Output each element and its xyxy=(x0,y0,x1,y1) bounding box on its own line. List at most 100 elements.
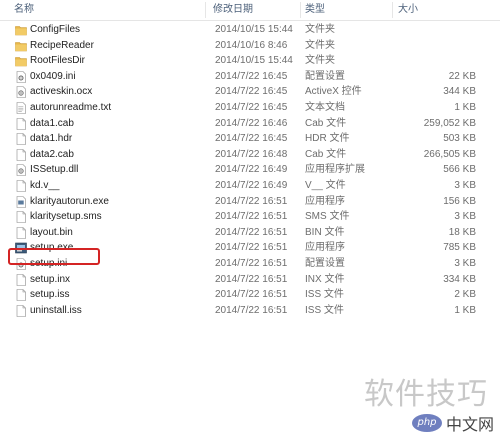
file-row[interactable]: data1.hdr 2014/7/22 16:45 HDR 文件 503 KB xyxy=(0,131,500,147)
file-name: kd.v__ xyxy=(30,179,60,191)
file-row[interactable]: klarityautorun.exe 2014/7/22 16:51 应用程序 156… xyxy=(0,194,500,210)
file-type: ISS 文件 xyxy=(305,304,344,316)
file-name: RootFilesDir xyxy=(30,55,86,67)
folder-icon xyxy=(15,40,27,52)
file-row[interactable]: RecipeReader 2014/10/16 8:46 文件夹 xyxy=(0,38,500,54)
file-row[interactable]: uninstall.iss 2014/7/22 16:51 ISS 文件 1 KB xyxy=(0,303,500,319)
file-name: uninstall.iss xyxy=(30,304,82,316)
file-size: 259,052 KB xyxy=(423,117,476,129)
file-date: 2014/7/22 16:51 xyxy=(215,289,288,301)
file-type: 文本文档 xyxy=(305,101,345,113)
file-row[interactable]: layout.bin 2014/7/22 16:51 BIN 文件 18 KB xyxy=(0,225,500,241)
file-size xyxy=(400,53,476,69)
column-divider[interactable] xyxy=(205,2,206,18)
file-type: SMS 文件 xyxy=(305,211,350,223)
file-date: 2014/7/22 16:51 xyxy=(215,195,288,207)
file-icon xyxy=(15,133,27,145)
file-row[interactable]: setup.iss 2014/7/22 16:51 ISS 文件 2 KB xyxy=(0,287,500,303)
file-date: 2014/10/15 15:44 xyxy=(215,55,293,67)
file-size: 2 KB xyxy=(454,289,476,301)
file-date: 2014/7/22 16:45 xyxy=(215,70,288,82)
file-row[interactable]: kd.v__ 2014/7/22 16:49 V__ 文件 3 KB xyxy=(0,178,500,194)
file-date: 2014/7/22 16:46 xyxy=(215,117,288,129)
file-date: 2014/10/16 8:46 xyxy=(215,39,288,51)
file-row[interactable]: 0x0409.ini 2014/7/22 16:45 配置设置 22 KB xyxy=(0,69,500,85)
file-type: Cab 文件 xyxy=(305,117,347,129)
file-date: 2014/7/22 16:49 xyxy=(215,179,288,191)
file-size: 503 KB xyxy=(443,133,476,145)
file-row[interactable]: RootFilesDir 2014/10/15 15:44 文件夹 xyxy=(0,53,500,69)
file-size: 344 KB xyxy=(443,86,476,98)
file-size: 156 KB xyxy=(443,195,476,207)
file-size: 18 KB xyxy=(448,226,476,238)
file-date: 2014/7/22 16:45 xyxy=(215,101,288,113)
file-icon xyxy=(15,117,27,130)
file-size: 3 KB xyxy=(454,179,476,191)
file-icon xyxy=(15,180,27,192)
setup-exe-highlight-box xyxy=(8,248,100,265)
column-header-size[interactable]: 大小 xyxy=(398,0,418,20)
file-date: 2014/7/22 16:45 xyxy=(215,133,288,145)
file-type: V__ 文件 xyxy=(305,179,346,191)
exe-file-icon xyxy=(15,195,27,208)
file-name: ISSetup.dll xyxy=(30,164,79,176)
file-date: 2014/7/22 16:51 xyxy=(215,211,288,223)
file-name: autorunreadme.txt xyxy=(30,101,112,113)
file-name: RecipeReader xyxy=(30,39,94,51)
file-type: 配置设置 xyxy=(305,257,345,269)
file-size xyxy=(400,22,476,38)
file-icon xyxy=(15,304,27,317)
file-size: 1 KB xyxy=(454,101,476,113)
file-date: 2014/10/15 15:44 xyxy=(215,24,293,35)
file-row[interactable]: activeskin.ocx 2014/7/22 16:45 ActiveX 控件 3… xyxy=(0,84,500,100)
file-row[interactable]: klaritysetup.sms 2014/7/22 16:51 SMS 文件 3 K… xyxy=(0,209,500,225)
file-date: 2014/7/22 16:51 xyxy=(215,226,288,238)
folder-icon xyxy=(15,55,27,67)
file-type: HDR 文件 xyxy=(305,133,350,145)
file-date: 2014/7/22 16:51 xyxy=(215,242,288,254)
site-badge: php 中文网 xyxy=(412,411,496,435)
column-header-date[interactable]: 修改日期 xyxy=(213,0,253,20)
file-icon xyxy=(15,273,27,286)
site-badge-text: 中文网 xyxy=(446,415,495,434)
column-divider[interactable] xyxy=(300,2,301,18)
file-type: 文件夹 xyxy=(305,24,335,35)
file-row[interactable]: ISSetup.dll 2014/7/22 16:49 应用程序扩展 566 KB xyxy=(0,162,500,178)
column-header-type[interactable]: 类型 xyxy=(305,0,325,20)
file-name: setup.iss xyxy=(30,289,70,301)
file-name: data1.cab xyxy=(30,117,74,129)
file-type: 配置设置 xyxy=(305,70,345,82)
watermark-text: 软件技巧 xyxy=(364,377,488,412)
file-row[interactable]: setup.inx 2014/7/22 16:51 INX 文件 334 KB xyxy=(0,272,500,288)
file-type: 应用程序 xyxy=(305,242,345,254)
file-size: 566 KB xyxy=(443,164,476,176)
file-name: data1.hdr xyxy=(30,133,73,145)
file-date: 2014/7/22 16:49 xyxy=(215,164,288,176)
column-divider[interactable] xyxy=(392,2,393,18)
file-name: ConfigFiles xyxy=(30,24,81,35)
file-row[interactable]: autorunreadme.txt 2014/7/22 16:45 文本文档 1 KB xyxy=(0,100,500,116)
file-date: 2014/7/22 16:48 xyxy=(215,148,288,160)
file-row[interactable]: data1.cab 2014/7/22 16:46 Cab 文件 259,052 KB xyxy=(0,116,500,132)
file-icon xyxy=(15,148,27,161)
file-size: 3 KB xyxy=(454,211,476,223)
file-size: 22 KB xyxy=(448,70,476,82)
file-icon xyxy=(15,226,27,239)
file-type: 应用程序 xyxy=(305,195,345,207)
file-type: Cab 文件 xyxy=(305,148,347,160)
file-date: 2014/7/22 16:45 xyxy=(215,86,288,98)
file-type: ActiveX 控件 xyxy=(305,86,362,98)
text-file-icon xyxy=(15,102,27,114)
column-header-name[interactable]: 名称 xyxy=(14,0,34,20)
file-name: 0x0409.ini xyxy=(30,70,76,82)
file-size: 266,505 KB xyxy=(423,148,476,160)
settings-file-icon xyxy=(15,70,27,83)
file-row[interactable]: ConfigFiles 2014/10/15 15:44 文件夹 xyxy=(0,22,500,38)
file-type: BIN 文件 xyxy=(305,226,345,238)
file-date: 2014/7/22 16:51 xyxy=(215,257,288,269)
file-date: 2014/7/22 16:51 xyxy=(215,273,288,285)
file-row[interactable]: data2.cab 2014/7/22 16:48 Cab 文件 266,505 KB xyxy=(0,147,500,163)
folder-icon xyxy=(15,24,27,36)
file-type: INX 文件 xyxy=(305,273,345,285)
file-size: 3 KB xyxy=(454,257,476,269)
